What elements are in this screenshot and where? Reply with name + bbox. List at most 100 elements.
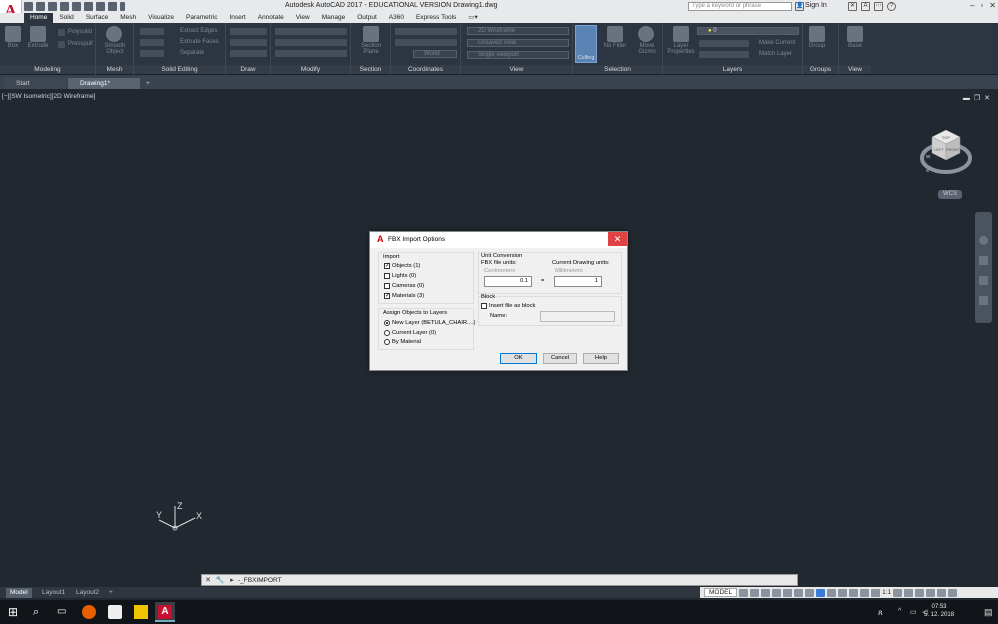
tab-start[interactable]: Start <box>4 78 66 89</box>
viewport-restore-icon[interactable]: ❐ <box>974 94 980 102</box>
plot-icon[interactable] <box>84 2 93 11</box>
make-current-button[interactable]: Make Current <box>759 40 795 46</box>
command-close-icon[interactable]: ✕ <box>202 576 214 584</box>
help-icon[interactable]: ? <box>887 2 896 11</box>
panel-label-groups[interactable]: Groups <box>803 65 838 74</box>
taskbar-clock[interactable]: 07:53 5. 12. 2018 <box>924 603 954 619</box>
web-mobile-icon[interactable] <box>72 2 81 11</box>
customize-qat-icon[interactable] <box>120 2 125 11</box>
network-icon[interactable]: ▭ <box>910 608 917 616</box>
orbit-icon[interactable] <box>979 296 988 305</box>
annotation-scale[interactable]: 1:1 <box>882 589 891 596</box>
customization-menu-icon[interactable] <box>948 588 958 597</box>
draw-tools-row-1[interactable] <box>230 28 267 35</box>
save-icon[interactable] <box>48 2 57 11</box>
undo-icon[interactable] <box>96 2 105 11</box>
command-input[interactable]: _FBXIMPORT <box>240 577 281 584</box>
grid-icon[interactable] <box>739 588 749 597</box>
viewport-minimize-icon[interactable]: ▬ <box>963 95 970 102</box>
solid-editing-tools-row-1[interactable] <box>140 28 164 35</box>
autodesk-app-store-icon[interactable]: ✕ <box>848 2 857 11</box>
new-icon[interactable] <box>24 2 33 11</box>
box-icon[interactable] <box>5 26 21 42</box>
tab-express-tools[interactable]: Express Tools <box>410 13 462 23</box>
panel-label-layers[interactable]: Layers <box>663 65 802 74</box>
open-icon[interactable] <box>36 2 45 11</box>
tab-layout1[interactable]: Layout1 <box>38 588 69 598</box>
pan-icon[interactable] <box>979 256 988 265</box>
tab-output[interactable]: Output <box>351 13 383 23</box>
3d-osnap-icon[interactable] <box>816 588 826 597</box>
named-view-dropdown[interactable]: Unsaved View <box>467 39 569 47</box>
presspull-icon[interactable] <box>58 41 65 48</box>
redo-icon[interactable] <box>108 2 117 11</box>
viewport-config-dropdown[interactable]: Single viewport <box>467 51 569 59</box>
osnap-icon[interactable] <box>805 588 815 597</box>
insert-as-block-checkbox[interactable] <box>481 303 487 309</box>
culling-button[interactable]: Culling <box>575 25 597 63</box>
presspull-label[interactable]: Presspull <box>68 41 93 47</box>
model-space-button[interactable]: MODEL <box>704 588 738 597</box>
isodraft-icon[interactable] <box>783 588 793 597</box>
task-view-icon[interactable]: ▭ <box>57 605 71 619</box>
viewport-close-icon[interactable]: ✕ <box>984 94 990 102</box>
extrude-icon[interactable] <box>30 26 46 42</box>
command-settings-icon[interactable]: 🔧 <box>214 576 226 584</box>
polysolid-label[interactable]: Polysolid <box>68 29 92 35</box>
solid-editing-tools-row-2[interactable] <box>140 39 164 46</box>
cancel-button[interactable]: Cancel <box>543 353 577 364</box>
command-line[interactable]: ✕ 🔧 ▸ - _FBXIMPORT <box>201 574 798 586</box>
panel-label-mesh[interactable]: Mesh <box>96 65 133 74</box>
new-layer-radio[interactable] <box>384 320 390 326</box>
close-icon[interactable]: ✕ <box>989 1 996 10</box>
windows-start-icon[interactable]: ⊞ <box>8 605 22 619</box>
layer-dropdown[interactable]: ● 0 <box>697 27 799 35</box>
search-input[interactable]: Type a keyword or phrase <box>688 2 792 11</box>
tab-drawing1[interactable]: Drawing1* <box>68 78 140 89</box>
dialog-close-button[interactable]: ✕ <box>608 232 627 246</box>
panel-label-draw[interactable]: Draw <box>226 65 270 74</box>
block-name-input[interactable] <box>540 311 615 322</box>
layer-tools-row-1[interactable] <box>699 40 749 47</box>
panel-label-solid-editing[interactable]: Solid Editing <box>134 65 225 74</box>
polysolid-icon[interactable] <box>58 29 65 36</box>
dynamic-ucs-icon[interactable] <box>827 588 837 597</box>
ucs-world-dropdown[interactable]: World <box>413 50 457 58</box>
polar-icon[interactable] <box>772 588 782 597</box>
minimize-icon[interactable]: – <box>970 1 974 10</box>
steering-wheel-icon[interactable] <box>979 236 988 245</box>
filter-icon[interactable] <box>607 26 623 42</box>
gizmo-icon[interactable] <box>638 26 654 42</box>
solid-editing-tools-row-3[interactable] <box>140 50 164 57</box>
wcs-menu[interactable]: WCS <box>938 190 962 199</box>
snap-icon[interactable] <box>750 588 760 597</box>
tab-solid[interactable]: Solid <box>53 13 79 23</box>
sign-in-button[interactable]: Sign In <box>805 2 827 9</box>
objects-checkbox[interactable]: ✓ <box>384 263 390 269</box>
materials-checkbox[interactable]: ✓ <box>384 293 390 299</box>
panel-label-view[interactable]: View <box>461 65 572 74</box>
ok-button[interactable]: OK <box>500 353 537 364</box>
panel-label-section[interactable]: Section <box>351 65 390 74</box>
tab-layout2[interactable]: Layout2 <box>72 588 103 598</box>
zoom-extents-icon[interactable] <box>979 276 988 285</box>
lights-checkbox[interactable] <box>384 273 390 279</box>
tab-manage[interactable]: Manage <box>316 13 352 23</box>
autocad-taskbar-button[interactable]: A <box>155 602 175 622</box>
modify-tools-row-1[interactable] <box>275 28 347 35</box>
search-icon[interactable]: ⌕ <box>33 605 47 619</box>
tab-visualize[interactable]: Visualize <box>142 13 180 23</box>
tab-annotate[interactable]: Annotate <box>252 13 290 23</box>
panel-label-view-2[interactable]: View <box>839 65 871 74</box>
extrude-faces-button[interactable]: Extrude Faces <box>180 39 219 45</box>
panel-label-coordinates[interactable]: Coordinates <box>391 65 460 74</box>
firefox-icon[interactable] <box>82 605 96 619</box>
auto-scale-icon[interactable] <box>871 588 881 597</box>
selection-filter-icon[interactable] <box>838 588 848 597</box>
a360-icon[interactable]: A <box>861 2 870 11</box>
panel-label-modeling[interactable]: Modeling <box>0 65 95 74</box>
ribbon-toggle-icon[interactable]: ▭▾ <box>462 13 483 23</box>
by-material-radio[interactable] <box>384 339 390 345</box>
new-tab-icon[interactable]: + <box>143 78 155 89</box>
tab-model[interactable]: Model <box>6 588 32 598</box>
